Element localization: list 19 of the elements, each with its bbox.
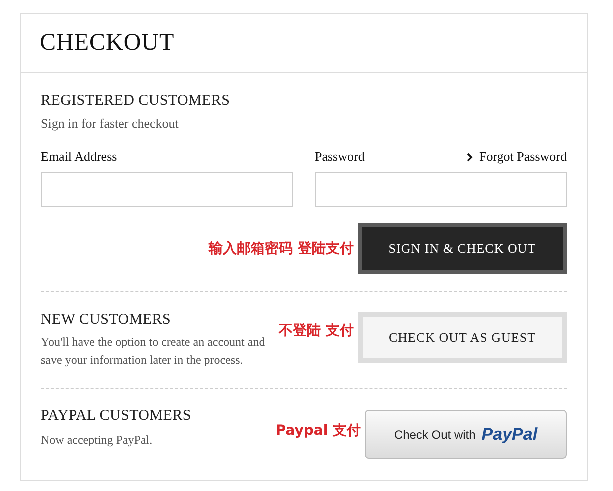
field-label: Password — [315, 149, 365, 165]
section-heading: PAYPAL CUSTOMERS — [41, 408, 192, 425]
sign-in-checkout-button[interactable]: SIGN IN & CHECK OUT — [358, 223, 567, 274]
annotation-text: Paypal 支付 — [276, 422, 361, 441]
guest-checkout-button[interactable]: CHECK OUT AS GUEST — [358, 312, 567, 363]
forgot-password-link[interactable]: Forgot Password — [467, 149, 567, 165]
email-field[interactable] — [41, 172, 293, 207]
paypal-checkout-button[interactable]: Check Out with PayPal — [365, 410, 567, 459]
section-description: Now accepting PayPal. — [41, 433, 154, 448]
annotation-text: 不登陆 支付 — [279, 322, 354, 341]
section-subtitle: Sign in for faster checkout — [41, 116, 179, 132]
annotation-text: 输入邮箱密码 登陆支付 — [209, 240, 354, 258]
section-heading: REGISTERED CUSTOMERS — [41, 93, 230, 110]
password-field[interactable] — [315, 172, 567, 207]
chevron-icon — [467, 152, 474, 162]
page-title: CHECKOUT — [40, 30, 175, 56]
field-label: Email Address — [41, 149, 118, 164]
section-heading: NEW CUSTOMERS — [41, 312, 172, 329]
section-description: You'll have the option to create an account and save your information later in the process. — [41, 334, 266, 369]
